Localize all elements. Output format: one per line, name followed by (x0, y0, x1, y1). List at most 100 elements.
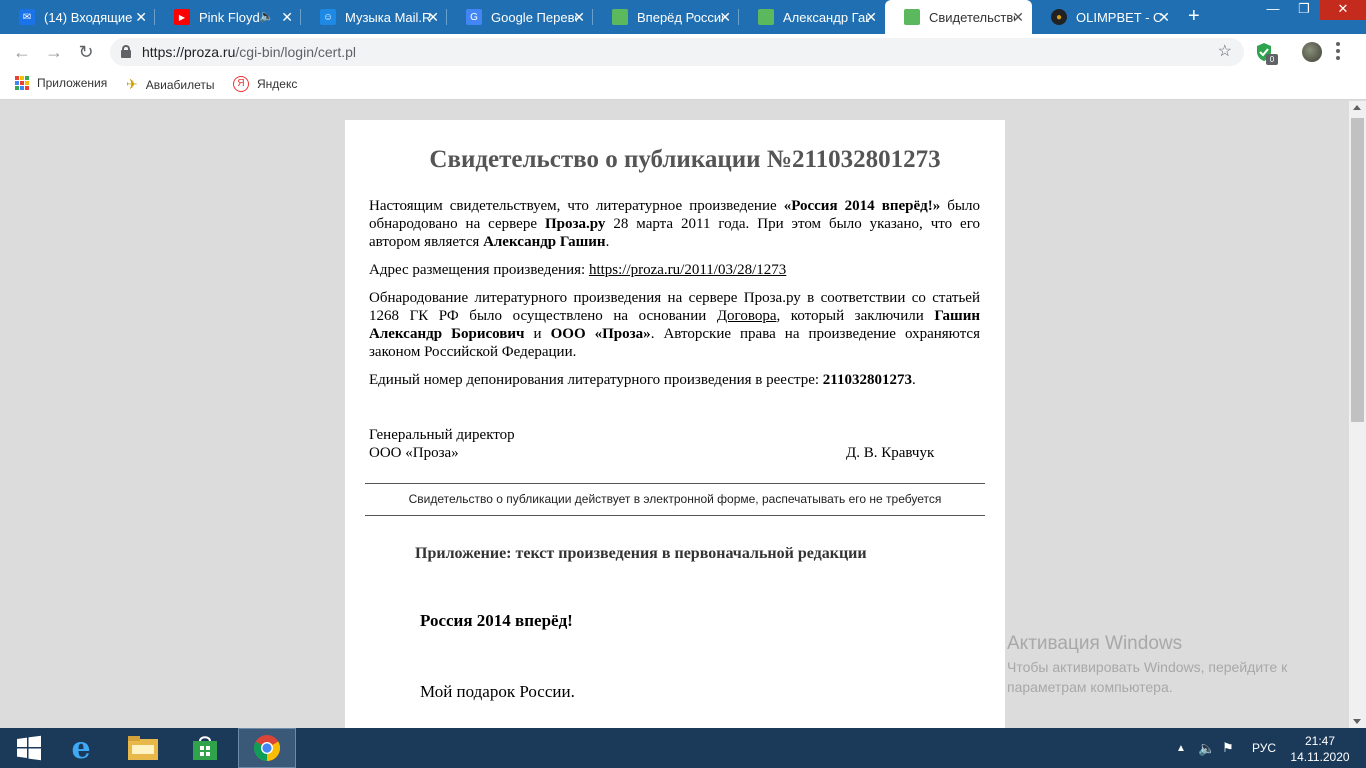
language-indicator[interactable]: РУС (1252, 728, 1276, 768)
back-button[interactable]: ← (10, 40, 34, 64)
windows-start-icon[interactable] (0, 728, 58, 768)
tab-vpered-rossiya[interactable]: Вперёд Россия ✕ (593, 0, 739, 34)
browser-toolbar: ← → ↻ https://proza.ru/cgi-bin/login/cer… (0, 34, 1366, 70)
work-text-line: Мой подарок России. (420, 682, 575, 701)
tab-pink-floyd[interactable]: ▶ Pink Floyd 🔈 ✕ (155, 0, 301, 34)
close-tab-icon[interactable]: ✕ (719, 9, 731, 26)
activation-watermark-title: Активация Windows (1007, 633, 1183, 654)
proza-icon (758, 9, 774, 25)
scroll-down-icon[interactable] (1353, 719, 1361, 724)
author-name: Александр Гашин (483, 234, 606, 250)
speaker-icon[interactable]: 🔈 (259, 9, 274, 23)
close-tab-icon[interactable]: ✕ (1012, 9, 1024, 26)
plane-icon: ✈ (126, 76, 138, 92)
certificate-title: Свидетельство о публикации №211032801273 (429, 146, 941, 173)
scroll-up-icon[interactable] (1353, 105, 1361, 110)
page-scrollbar[interactable] (1349, 101, 1366, 728)
bookmark-yandex[interactable]: Я Яндекс (233, 76, 297, 92)
work-url-link[interactable]: https://proza.ru/2011/03/28/1273 (589, 262, 786, 278)
text-fragment: Настоящим свидетельствуем, что литератур… (369, 198, 784, 214)
tray-overflow-icon[interactable]: ▲ (1176, 728, 1186, 768)
text-fragment: . (605, 234, 610, 250)
scrollbar-thumb[interactable] (1351, 118, 1364, 422)
extension-badge: 0 (1266, 54, 1278, 65)
work-title: Россия 2014 вперёд! (420, 611, 573, 630)
divider (365, 483, 985, 484)
tab-title: Вперёд Россия (637, 9, 723, 25)
tab-music-mail[interactable]: ☺ Музыка Mail.R ✕ (301, 0, 447, 34)
tab-olimpbet[interactable]: ● OLIMPBET - Сп ✕ (1032, 0, 1178, 34)
close-tab-icon[interactable]: ✕ (281, 9, 293, 26)
address-bar[interactable]: https://proza.ru/cgi-bin/login/cert.pl ☆ (110, 38, 1244, 66)
signer-name: Д. В. Кравчук (846, 445, 935, 461)
appendix-heading: Приложение: текст произведения в первона… (415, 545, 867, 562)
bookmark-apps[interactable]: Приложения (15, 76, 107, 90)
tab-strip: ✉ (14) Входящие ✕ ▶ Pink Floyd 🔈 ✕ ☺ Муз… (0, 0, 1366, 34)
tab-mail[interactable]: ✉ (14) Входящие ✕ (0, 0, 155, 34)
clock-date: 14.11.2020 (1290, 750, 1350, 764)
taskbar-clock[interactable]: 21:47 14.11.2020 (1290, 733, 1350, 765)
bookmark-label: Яндекс (257, 77, 298, 91)
bookmark-label: Приложения (37, 76, 108, 90)
lock-icon[interactable] (121, 45, 131, 58)
forward-button[interactable]: → (42, 40, 66, 64)
bookmark-label: Авиабилеты (145, 77, 215, 92)
volume-icon[interactable]: 🔈 (1198, 728, 1215, 768)
clock-time: 21:47 (1304, 734, 1336, 748)
tab-title: (14) Входящие (44, 9, 133, 25)
bookmark-aviabilety[interactable]: ✈ Авиабилеты (126, 76, 214, 93)
tab-title: Свидетельство (929, 9, 1015, 25)
text-fragment: Единый номер депонирования литературного… (369, 372, 823, 388)
tab-title: Александр Гаш (783, 9, 869, 25)
proza-icon (904, 9, 920, 25)
electronic-form-note: Свидетельство о публикации действует в э… (408, 492, 942, 506)
bookmark-star-icon[interactable]: ☆ (1218, 41, 1232, 61)
network-icon[interactable]: ⚑ (1222, 728, 1234, 768)
contract-link[interactable]: Договора (717, 308, 777, 324)
internet-explorer-icon[interactable]: e (52, 728, 110, 768)
close-tab-icon[interactable]: ✕ (427, 9, 439, 26)
close-tab-icon[interactable]: ✕ (1158, 9, 1170, 26)
proza-icon (612, 9, 628, 25)
tab-aleksandr-gashin[interactable]: Александр Гаш ✕ (739, 0, 885, 34)
youtube-icon: ▶ (174, 9, 190, 25)
signature-block: Генеральный директор ООО «Проза» (369, 426, 515, 462)
tab-certificate[interactable]: Свидетельство ✕ (885, 0, 1032, 34)
minimize-button[interactable]: — (1258, 0, 1288, 20)
close-tab-icon[interactable]: ✕ (573, 9, 585, 26)
maximize-button[interactable]: ❐ (1289, 0, 1319, 20)
reload-button[interactable]: ↻ (74, 40, 98, 64)
text-fragment: . (911, 372, 916, 388)
certificate-paragraph-publication: Настоящим свидетельствуем, что литератур… (369, 197, 980, 251)
new-tab-button[interactable]: + (1188, 5, 1200, 28)
chrome-icon[interactable] (238, 728, 296, 768)
certificate-paragraph-address: Адрес размещения произведения: https://p… (369, 261, 980, 279)
text-fragment: и (524, 326, 551, 342)
address-label: Адрес размещения произведения: (369, 262, 589, 278)
browser-menu-icon[interactable] (1336, 42, 1340, 60)
certificate-page: Свидетельство о публикации №211032801273… (345, 120, 1005, 728)
signer-company: ООО «Проза» (369, 445, 459, 461)
file-explorer-icon[interactable] (114, 728, 172, 768)
site-name: Проза.ру (544, 216, 606, 232)
bookmarks-bar: Приложения ✈ Авиабилеты Я Яндекс (0, 70, 1366, 100)
close-window-button[interactable]: ✕ (1320, 0, 1366, 20)
text-fragment: , который заключили (776, 308, 935, 324)
store-icon[interactable] (176, 728, 234, 768)
close-tab-icon[interactable]: ✕ (865, 9, 877, 26)
tab-google-translate[interactable]: G Google Перевод ✕ (447, 0, 593, 34)
url-path: /cgi-bin/login/cert.pl (235, 44, 357, 60)
apps-icon (15, 76, 29, 90)
url-text: https://proza.ru/cgi-bin/login/cert.pl (142, 44, 356, 60)
olimpbet-icon: ● (1051, 9, 1067, 25)
mail-icon: ✉ (19, 9, 35, 25)
party-company: ООО «Проза» (550, 326, 651, 342)
tab-title: Pink Floyd (199, 9, 260, 25)
profile-avatar[interactable] (1302, 42, 1322, 62)
yandex-icon: Я (233, 76, 249, 92)
music-icon: ☺ (320, 9, 336, 25)
tab-title: Музыка Mail.R (345, 9, 431, 25)
certificate-paragraph-registry: Единый номер депонирования литературного… (369, 371, 980, 389)
close-tab-icon[interactable]: ✕ (135, 9, 147, 26)
tab-title: OLIMPBET - Сп (1076, 9, 1162, 25)
